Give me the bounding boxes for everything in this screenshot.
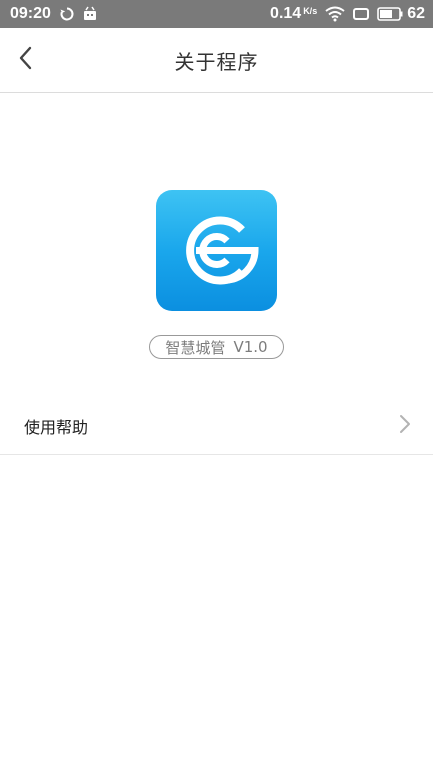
app-logo-icon xyxy=(156,190,277,311)
sync-icon xyxy=(59,6,75,22)
app-name: 智慧城管 xyxy=(165,338,226,357)
battery-icon xyxy=(377,7,403,21)
status-bar: 09:20 0.14 K/s 62 xyxy=(0,0,433,28)
battery-level: 62 xyxy=(407,5,425,22)
speed-value: 0.14 xyxy=(270,5,302,22)
android-icon xyxy=(83,6,97,22)
version-badge: 智慧城管 V1.0 xyxy=(149,335,284,359)
status-left: 09:20 xyxy=(10,5,97,23)
screen-icon xyxy=(353,7,370,21)
menu-item-help[interactable]: 使用帮助 xyxy=(0,397,433,455)
app-version: V1.0 xyxy=(233,338,268,356)
status-right: 0.14 K/s 62 xyxy=(270,5,425,23)
speed-unit: K/s xyxy=(303,5,318,16)
network-speed: 0.14 K/s xyxy=(270,5,317,23)
back-button[interactable] xyxy=(12,44,38,76)
menu-item-label: 使用帮助 xyxy=(24,417,89,437)
status-time: 09:20 xyxy=(10,5,51,22)
chevron-left-icon xyxy=(18,46,32,74)
wifi-icon xyxy=(325,6,345,22)
battery: 62 xyxy=(377,5,425,23)
nav-bar: 关于程序 xyxy=(0,28,433,93)
page-title: 关于程序 xyxy=(174,49,259,74)
chevron-right-icon xyxy=(399,414,411,438)
